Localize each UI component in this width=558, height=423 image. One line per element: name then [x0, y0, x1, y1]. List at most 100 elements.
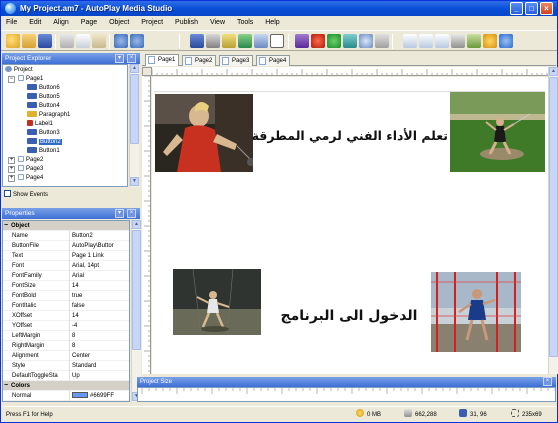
property-row[interactable]: FontItalic false — [3, 301, 129, 311]
save-icon[interactable] — [38, 34, 52, 48]
property-row[interactable]: FontBold true — [3, 291, 129, 301]
cut-icon[interactable] — [60, 34, 74, 48]
close-panel-icon[interactable]: × — [127, 54, 136, 63]
pointer-icon[interactable] — [375, 34, 389, 48]
paragraph-object-icon[interactable] — [222, 34, 236, 48]
title-bar[interactable]: My Project.am7 - AutoPlay Media Studio _… — [1, 1, 557, 16]
hammer-thrower-photo-4[interactable] — [431, 272, 521, 352]
tree-item-project[interactable]: Project — [5, 66, 33, 74]
pin-icon[interactable]: ▾ — [115, 54, 124, 63]
property-value[interactable]: #6699FF — [69, 391, 129, 401]
button-object-icon[interactable] — [190, 34, 204, 48]
property-value[interactable]: Standard — [69, 361, 129, 371]
menu-project[interactable]: Project — [136, 16, 168, 27]
open-folder-icon[interactable] — [22, 34, 36, 48]
page1-design-surface[interactable]: تعلم الأداء الفني لرمي المطرقة الدخول ال… — [154, 91, 545, 372]
menu-help[interactable]: Help — [260, 16, 284, 27]
hammer-thrower-photo-3[interactable] — [173, 269, 261, 335]
tree-item-button1[interactable]: Button1 — [27, 147, 60, 155]
close-panel-icon[interactable]: × — [543, 377, 552, 386]
undo-icon[interactable] — [114, 34, 128, 48]
scroll-down-icon[interactable]: ▼ — [130, 177, 139, 186]
tree-item-button5[interactable]: Button5 — [27, 93, 60, 101]
menu-align[interactable]: Align — [48, 16, 74, 27]
tree-item-button3[interactable]: Button3 — [27, 129, 60, 137]
canvas-scrollbar[interactable]: ▲ — [548, 67, 558, 374]
property-row[interactable]: FontSize 14 — [3, 281, 129, 291]
tree-item-page3[interactable]: Page3 — [18, 165, 43, 173]
tree-object-icon[interactable] — [343, 34, 357, 48]
tab-page1[interactable]: Page1 — [145, 54, 180, 66]
explorer-scrollbar[interactable]: ▲ ▼ — [129, 64, 139, 187]
minimize-button[interactable]: _ — [510, 2, 523, 15]
paste-icon[interactable] — [92, 34, 106, 48]
vertical-ruler[interactable] — [142, 76, 151, 374]
scrollbar-thumb[interactable] — [549, 77, 558, 357]
property-row[interactable]: DefaultToggleSta Up — [3, 371, 129, 381]
hammer-thrower-photo-2[interactable] — [450, 92, 545, 172]
scrollbar-thumb[interactable] — [132, 230, 141, 350]
search-icon[interactable] — [359, 34, 373, 48]
scroll-up-icon[interactable]: ▲ — [130, 64, 139, 73]
arabic-heading-enter[interactable]: الدخول الى البرنامج — [269, 308, 429, 324]
copy-icon[interactable] — [76, 34, 90, 48]
rectangle-object-icon[interactable] — [270, 34, 284, 48]
menu-page[interactable]: Page — [76, 16, 102, 27]
property-category-object[interactable]: Object — [3, 221, 129, 231]
property-value[interactable]: -4 — [69, 321, 129, 331]
property-row[interactable]: YOffset -4 — [3, 321, 129, 331]
scroll-up-icon[interactable]: ▲ — [132, 220, 141, 229]
hammer-thrower-photo-1[interactable] — [155, 94, 253, 172]
property-value[interactable]: 8 — [69, 341, 129, 351]
property-row[interactable]: RightMargin 8 — [3, 341, 129, 351]
property-value[interactable]: Button2 — [69, 231, 129, 241]
arabic-heading-learn[interactable]: تعلم الأداء الفني لرمي المطرقة — [252, 128, 448, 143]
tree-item-page1[interactable]: Page1 — [18, 75, 43, 83]
property-value[interactable]: false — [69, 301, 129, 311]
tab-page2[interactable]: Page2 — [182, 55, 217, 66]
property-value[interactable]: AutoPlay\Buttor — [69, 241, 129, 251]
pin-icon[interactable]: ▾ — [115, 209, 124, 218]
plugin-object-icon[interactable] — [327, 34, 341, 48]
tree-item-paragraph1[interactable]: Paragraph1 — [27, 111, 70, 119]
redo-icon[interactable] — [130, 34, 144, 48]
scrollbar-thumb[interactable] — [130, 74, 139, 144]
tab-page4[interactable]: Page4 — [256, 55, 291, 66]
property-value[interactable]: Page 1 Link — [69, 251, 129, 261]
tree-item-button6[interactable]: Button6 — [27, 84, 60, 92]
menu-tools[interactable]: Tools — [232, 16, 258, 27]
close-panel-icon[interactable]: × — [127, 209, 136, 218]
build-icon[interactable] — [467, 34, 481, 48]
property-row[interactable]: Name Button2 — [3, 231, 129, 241]
image-object-icon[interactable] — [238, 34, 252, 48]
property-value[interactable]: true — [69, 291, 129, 301]
property-row[interactable]: LeftMargin 8 — [3, 331, 129, 341]
expand-icon[interactable]: + — [8, 157, 15, 164]
property-value[interactable]: Up — [69, 371, 129, 381]
expand-icon[interactable]: + — [8, 166, 15, 173]
property-row[interactable]: Style Standard — [3, 361, 129, 371]
property-category-colors[interactable]: Colors — [3, 381, 129, 391]
menu-view[interactable]: View — [205, 16, 230, 27]
show-events-checkbox[interactable]: Show Events — [4, 190, 48, 199]
property-row[interactable]: Font Arial, 14pt — [3, 261, 129, 271]
wizard-icon[interactable] — [6, 34, 20, 48]
page-canvas[interactable]: تعلم الأداء الفني لرمي المطرقة الدخول ال… — [152, 77, 548, 374]
tree-item-page2[interactable]: Page2 — [18, 156, 43, 164]
tree-item-button4[interactable]: Button4 — [27, 102, 60, 110]
label-object-icon[interactable] — [206, 34, 220, 48]
property-value[interactable]: 14 — [69, 281, 129, 291]
tree-item-label1[interactable]: Label1 — [27, 120, 53, 128]
tree-item-page4[interactable]: Page4 — [18, 174, 43, 182]
menu-file[interactable]: File — [1, 16, 22, 27]
scroll-up-icon[interactable]: ▲ — [549, 67, 558, 76]
property-row[interactable]: Text Page 1 Link — [3, 251, 129, 261]
tab-page3[interactable]: Page3 — [219, 55, 254, 66]
collapse-icon[interactable]: − — [8, 76, 15, 83]
property-value[interactable]: Center — [69, 351, 129, 361]
checkbox-icon[interactable] — [4, 190, 11, 197]
close-button[interactable]: × — [540, 2, 553, 15]
property-row[interactable]: Normal #6699FF — [3, 391, 129, 401]
duplicate-page-icon[interactable] — [419, 34, 433, 48]
expand-icon[interactable]: + — [8, 175, 15, 182]
